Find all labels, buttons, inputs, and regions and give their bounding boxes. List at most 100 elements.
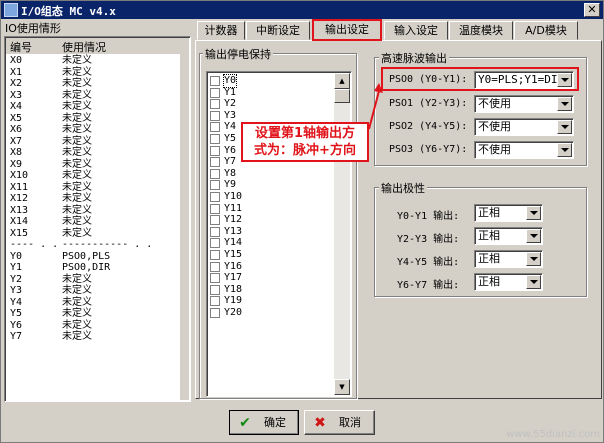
output-hold-list[interactable]: Y0 Y1 Y2 Y3 Y4 Y5 Y6 Y7 Y8 Y9 Y10 Y11 Y12 Y13 Y14 Y15 Y1…: [206, 71, 352, 397]
output-hold-item-label: Y4: [224, 121, 237, 133]
pso2-select[interactable]: 不使用: [474, 118, 574, 136]
output-hold-item-label: Y1: [224, 86, 237, 98]
output-hold-item-label: Y19: [224, 295, 243, 307]
scroll-thumb[interactable]: [334, 89, 350, 103]
polarity-y6-y7-select[interactable]: 正相: [474, 273, 543, 291]
output-hold-checkbox[interactable]: [210, 122, 220, 133]
output-hold-item-label: Y0: [222, 74, 238, 88]
usage-row-status: 未定义: [62, 170, 92, 181]
usage-row-status: 未定义: [62, 55, 92, 66]
output-hold-checkbox[interactable]: [210, 110, 220, 121]
close-button[interactable]: ✕: [584, 3, 600, 17]
usage-row-status: 未定义: [62, 101, 92, 112]
usage-row-number: X12: [10, 193, 29, 204]
chevron-down-icon[interactable]: [526, 275, 541, 289]
usage-row: X3 未定义: [8, 90, 180, 102]
usage-row-status: PSO0,DIR: [62, 262, 111, 273]
output-hold-item-label: Y14: [224, 237, 243, 249]
chevron-down-icon[interactable]: [557, 120, 572, 134]
tab-ad-module[interactable]: A/D模块: [514, 21, 578, 40]
output-hold-checkbox[interactable]: [210, 215, 220, 226]
output-hold-checkbox[interactable]: [210, 168, 220, 179]
output-hold-item-label: Y10: [224, 191, 243, 202]
chevron-down-icon[interactable]: [526, 229, 541, 243]
usage-row-status: PSO0,PLS: [62, 250, 111, 262]
usage-row-number: X0: [10, 55, 23, 66]
output-hold-checkbox[interactable]: [210, 296, 220, 307]
polarity-y2-y3-select[interactable]: 正相: [474, 227, 543, 245]
output-hold-checkbox[interactable]: [210, 238, 220, 249]
output-hold-checkbox[interactable]: [210, 273, 220, 284]
pso2-value: 不使用: [478, 120, 511, 133]
chevron-down-icon[interactable]: [557, 143, 572, 157]
usage-row-status: 未定义: [62, 273, 92, 285]
polarity-y4-y5-select[interactable]: 正相: [474, 250, 543, 268]
output-hold-checkbox[interactable]: [210, 99, 220, 110]
output-hold-item-label: Y13: [224, 225, 243, 237]
usage-row-number: X13: [10, 204, 29, 216]
ok-button[interactable]: ✔ 确定: [229, 410, 299, 435]
output-hold-item-label: Y18: [224, 283, 243, 295]
tab-interrupt[interactable]: 中断设定: [246, 21, 310, 40]
output-hold-checkbox[interactable]: [210, 308, 220, 318]
scroll-up-button[interactable]: ▲: [334, 73, 350, 89]
output-hold-checkbox[interactable]: [210, 145, 220, 156]
output-hold-checkbox[interactable]: [210, 284, 220, 295]
app-icon: [4, 3, 18, 17]
usage-row-number: X3: [10, 89, 23, 101]
output-hold-checkbox[interactable]: [210, 76, 220, 86]
annotation-arrow: [368, 83, 383, 130]
chevron-down-icon[interactable]: [526, 252, 541, 266]
output-hold-item-label: Y20: [224, 307, 243, 318]
usage-row-status: 未定义: [62, 147, 92, 158]
tab-counter[interactable]: 计数器: [197, 21, 245, 40]
io-config-window: I/O组态 MC v4.x ✕ IO使用情形 编号 使用情况 X0 未定义 X1 未定…: [0, 0, 604, 443]
tab-temperature[interactable]: 温度模块: [449, 21, 513, 40]
polarity-y4-y5-value: 正相: [478, 252, 500, 265]
usage-row-number: X11: [10, 181, 29, 193]
usage-row-number: Y6: [10, 319, 23, 331]
usage-row: X11 未定义: [8, 182, 180, 194]
tab-input[interactable]: 输入设定: [384, 21, 448, 40]
output-hold-checkbox[interactable]: [210, 203, 220, 214]
output-hold-checkbox[interactable]: [210, 180, 220, 191]
usage-row: Y6 未定义: [8, 320, 180, 332]
output-hold-title: 输出停电保持: [203, 46, 273, 62]
usage-scrollbar[interactable]: [180, 38, 189, 400]
usage-row: Y0 PSO0,PLS: [8, 251, 180, 263]
usage-row-number: X1: [10, 66, 23, 78]
usage-row: X5 未定义: [8, 113, 180, 125]
polarity-y0-y1-select[interactable]: 正相: [474, 204, 543, 222]
usage-row: X2 未定义: [8, 78, 180, 90]
scroll-down-button[interactable]: ▼: [334, 379, 350, 395]
output-hold-checkbox[interactable]: [210, 157, 220, 168]
usage-row: X6 未定义: [8, 124, 180, 136]
pulse-output-title: 高速脉波输出: [379, 50, 449, 66]
usage-header: 编号 使用情况: [6, 38, 181, 54]
tab-output[interactable]: 输出设定: [312, 19, 382, 41]
usage-row-status: ----------- . .: [62, 239, 153, 250]
usage-row-status: 未定义: [62, 216, 92, 227]
title-bar: I/O组态 MC v4.x ✕: [1, 1, 603, 19]
pso1-select[interactable]: 不使用: [474, 95, 574, 113]
usage-row-status: 未定义: [62, 158, 92, 170]
usage-row: X13 未定义: [8, 205, 180, 217]
pso2-label: PSO2 (Y4-Y5):: [389, 121, 468, 132]
output-hold-checkbox[interactable]: [210, 226, 220, 237]
cancel-button[interactable]: ✖ 取消: [304, 410, 375, 435]
usage-list[interactable]: 编号 使用情况 X0 未定义 X1 未定义 X2 未定义 X3 未定义 X4 未定义 X5 未定义 X6…: [4, 36, 191, 402]
ok-button-label: 确定: [264, 416, 286, 429]
usage-row-status: 未定义: [62, 89, 92, 101]
output-hold-checkbox[interactable]: [210, 250, 220, 260]
polarity-y2-y3-value: 正相: [478, 229, 500, 242]
usage-row-number: Y2: [10, 273, 23, 285]
output-hold-checkbox[interactable]: [210, 192, 220, 202]
output-hold-checkbox[interactable]: [210, 261, 220, 272]
output-hold-checkbox[interactable]: [210, 134, 220, 144]
pso3-select[interactable]: 不使用: [474, 141, 574, 159]
usage-row-number: X8: [10, 147, 23, 158]
output-hold-checkbox[interactable]: [210, 87, 220, 98]
chevron-down-icon[interactable]: [526, 206, 541, 220]
chevron-down-icon[interactable]: [557, 97, 572, 111]
output-hold-item-label: Y7: [224, 156, 237, 168]
